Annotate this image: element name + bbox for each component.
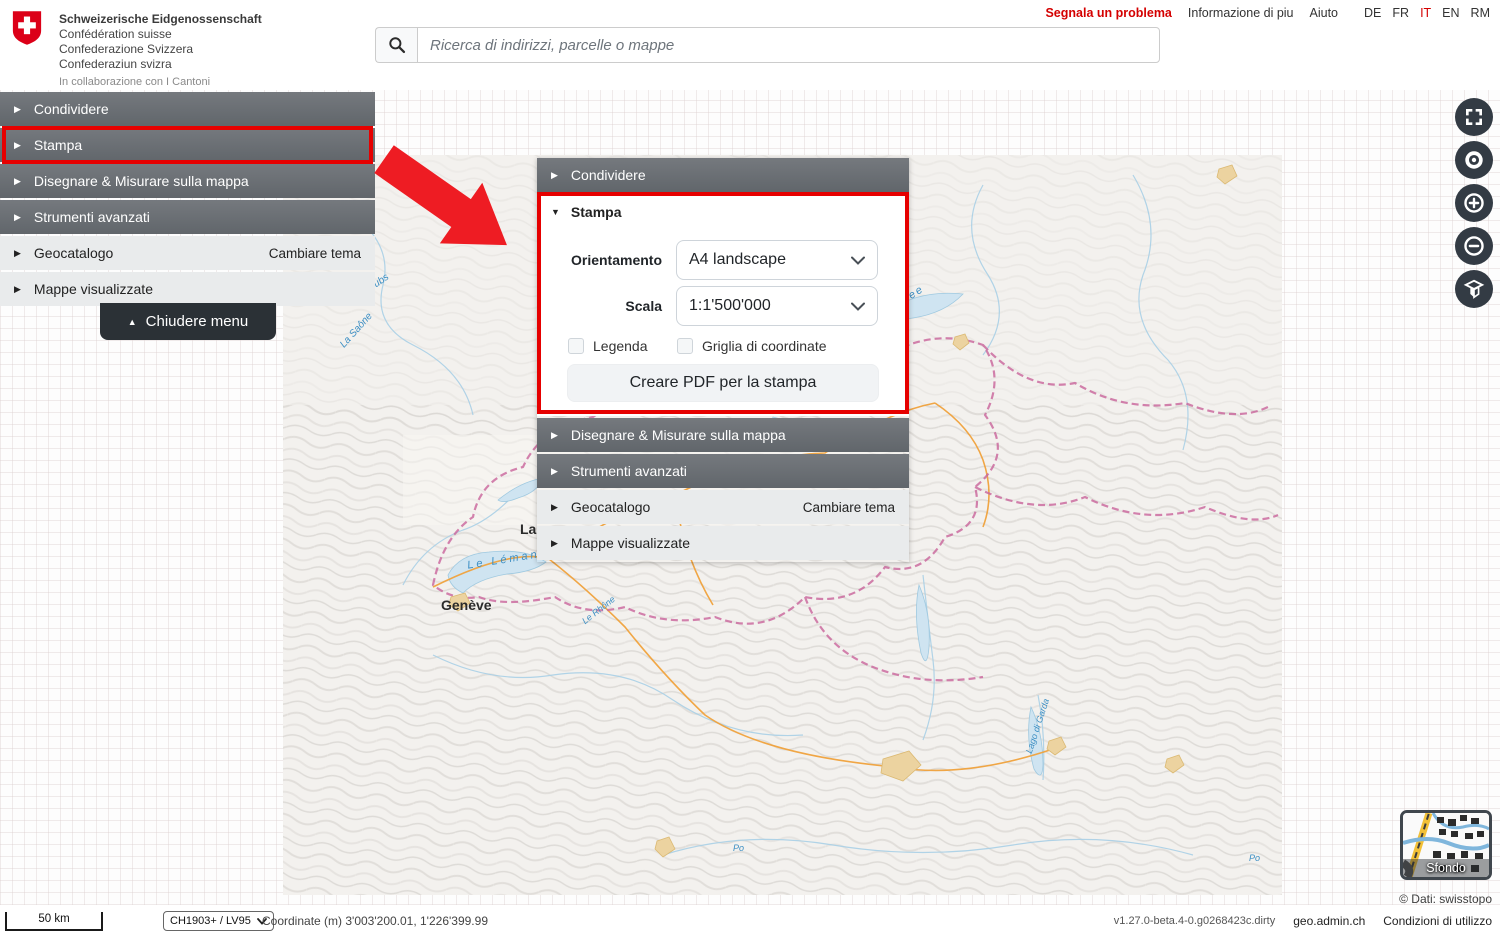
help-link[interactable]: Aiuto bbox=[1310, 6, 1339, 20]
chevron-right-icon: ▶ bbox=[551, 538, 558, 549]
create-pdf-button[interactable]: Creare PDF per la stampa bbox=[567, 364, 879, 402]
lang-en[interactable]: EN bbox=[1442, 6, 1459, 20]
swiss-shield-icon bbox=[12, 10, 42, 46]
geolocate-button[interactable] bbox=[1455, 141, 1493, 179]
lang-fr[interactable]: FR bbox=[1392, 6, 1409, 20]
geolocate-icon bbox=[1463, 149, 1485, 171]
print-section-header[interactable]: ▼ Stampa bbox=[537, 194, 909, 230]
cube-3d-icon bbox=[1463, 278, 1485, 300]
plus-icon bbox=[1463, 192, 1485, 214]
chevron-right-icon: ▶ bbox=[551, 466, 558, 477]
mouse-coordinates: Coordinate (m) 3'003'200.01, 1'226'399.9… bbox=[262, 914, 488, 928]
change-theme-link[interactable]: Cambiare tema bbox=[269, 246, 361, 261]
geoadmin-link[interactable]: geo.admin.ch bbox=[1293, 914, 1365, 928]
language-switcher: DE FR IT EN RM bbox=[1364, 6, 1490, 20]
sidebar-menu: ▶ Condividere ▶ Stampa ▶ Disegnare & Mis… bbox=[0, 90, 375, 308]
lang-rm[interactable]: RM bbox=[1471, 6, 1490, 20]
legend-checkbox-label: Legenda bbox=[593, 338, 648, 354]
top-nav: Segnala un problema Informazione di piu … bbox=[1045, 6, 1490, 20]
print-section: ▼ Stampa Orientamento A4 landscape Scala… bbox=[537, 194, 909, 416]
fullscreen-button[interactable] bbox=[1455, 98, 1493, 136]
lang-de[interactable]: DE bbox=[1364, 6, 1381, 20]
close-menu-button[interactable]: ▲ Chiudere menu bbox=[100, 303, 276, 340]
chevron-right-icon: ▶ bbox=[14, 248, 21, 259]
footer-links: v1.27.0-beta.4-0.g0268423c.dirty geo.adm… bbox=[1114, 914, 1492, 928]
projection-select[interactable]: CH1903+ / LV95 bbox=[163, 911, 274, 931]
chevron-right-icon: ▶ bbox=[551, 502, 558, 513]
chevron-down-icon bbox=[851, 302, 865, 311]
background-selector-label: Sfondo bbox=[1403, 861, 1489, 875]
sidebar-item-stampa[interactable]: ▶ Stampa bbox=[0, 128, 375, 162]
app-window: Le Doubs La Saône Le Léman Genève Lau de… bbox=[0, 0, 1500, 937]
tools-panel: ▶ Condividere ▼ Stampa Orientamento A4 l… bbox=[537, 158, 909, 562]
logo-tagline: In collaborazione con I Cantoni bbox=[59, 76, 262, 88]
zoom-in-button[interactable] bbox=[1455, 184, 1493, 222]
scale-select[interactable]: 1:1'500'000 bbox=[676, 286, 878, 326]
chevron-right-icon: ▶ bbox=[14, 104, 21, 115]
swiss-logo: Schweizerische Eidgenossenschaft Confédé… bbox=[12, 10, 262, 88]
chevron-right-icon: ▶ bbox=[14, 140, 21, 151]
panel-item-strumenti[interactable]: ▶ Strumenti avanzati bbox=[537, 454, 909, 488]
zoom-out-button[interactable] bbox=[1455, 227, 1493, 265]
logo-text: Schweizerische Eidgenossenschaft Confédé… bbox=[59, 10, 262, 72]
chevron-down-icon bbox=[851, 256, 865, 265]
footer-bar: 50 km CH1903+ / LV95 Coordinate (m) 3'00… bbox=[0, 905, 1500, 937]
print-form: Orientamento A4 landscape Scala 1:1'500'… bbox=[537, 230, 909, 416]
scale-bar: 50 km bbox=[5, 912, 103, 931]
header: Schweizerische Eidgenossenschaft Confédé… bbox=[0, 0, 1500, 90]
chevron-up-icon: ▲ bbox=[128, 317, 137, 327]
chevron-right-icon: ▶ bbox=[551, 170, 558, 181]
sidebar-item-geocatalogo[interactable]: ▶ Geocatalogo Cambiare tema bbox=[0, 236, 375, 270]
lang-it[interactable]: IT bbox=[1420, 6, 1431, 20]
chevron-right-icon: ▶ bbox=[14, 212, 21, 223]
orientation-label: Orientamento bbox=[537, 252, 662, 268]
sidebar-item-disegnare[interactable]: ▶ Disegnare & Misurare sulla mappa bbox=[0, 164, 375, 198]
minus-icon bbox=[1463, 235, 1485, 257]
sidebar-item-condividere[interactable]: ▶ Condividere bbox=[0, 92, 375, 126]
chevron-right-icon: ▶ bbox=[14, 176, 21, 187]
terms-link[interactable]: Condizioni di utilizzo bbox=[1383, 914, 1492, 928]
sidebar-item-mappe[interactable]: ▶ Mappe visualizzate bbox=[0, 272, 375, 306]
panel-item-mappe[interactable]: ▶ Mappe visualizzate bbox=[537, 526, 909, 560]
chevron-right-icon: ▶ bbox=[14, 284, 21, 295]
search-bar bbox=[375, 27, 1160, 63]
background-selector[interactable]: Sfondo bbox=[1400, 810, 1492, 880]
report-problem-link[interactable]: Segnala un problema bbox=[1045, 6, 1171, 20]
sidebar-item-strumenti[interactable]: ▶ Strumenti avanzati bbox=[0, 200, 375, 234]
coordinate-grid-checkbox-label: Griglia di coordinate bbox=[702, 338, 827, 354]
orientation-select[interactable]: A4 landscape bbox=[676, 240, 878, 280]
scale-label: Scala bbox=[537, 298, 662, 314]
panel-item-disegnare[interactable]: ▶ Disegnare & Misurare sulla mappa bbox=[537, 418, 909, 452]
app-version: v1.27.0-beta.4-0.g0268423c.dirty bbox=[1114, 915, 1275, 927]
map-controls bbox=[1455, 98, 1493, 308]
chevron-right-icon: ▶ bbox=[551, 430, 558, 441]
chevron-down-icon: ▼ bbox=[551, 207, 560, 217]
map-copyright: © Dati: swisstopo bbox=[1399, 892, 1492, 906]
search-icon[interactable] bbox=[375, 27, 417, 63]
fullscreen-icon bbox=[1464, 107, 1484, 127]
toggle-3d-button[interactable] bbox=[1455, 270, 1493, 308]
legend-checkbox[interactable] bbox=[568, 338, 584, 354]
panel-item-condividere[interactable]: ▶ Condividere bbox=[537, 158, 909, 192]
change-theme-link[interactable]: Cambiare tema bbox=[803, 500, 895, 515]
panel-item-geocatalogo[interactable]: ▶ Geocatalogo Cambiare tema bbox=[537, 490, 909, 524]
more-info-link[interactable]: Informazione di piu bbox=[1188, 6, 1294, 20]
search-input[interactable] bbox=[417, 27, 1160, 63]
coordinate-grid-checkbox[interactable] bbox=[677, 338, 693, 354]
